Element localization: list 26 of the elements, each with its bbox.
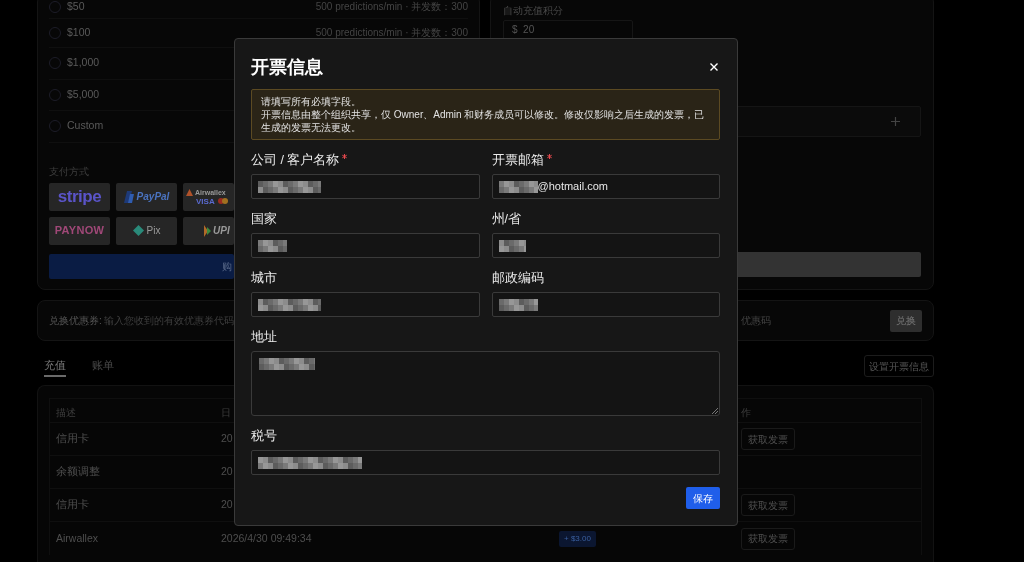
dialog-title: 开票信息 (251, 56, 323, 79)
field-label: 地址 (251, 330, 277, 344)
coupon-label: 兑换优惠券: (49, 314, 102, 328)
table-cell: 20 (221, 497, 233, 513)
table-cell-text: Airwallex (56, 530, 98, 546)
table-cell: 余额调整 (56, 464, 100, 480)
field-label: 州/省 (491, 212, 521, 226)
table-cell: 信用卡 (56, 497, 89, 513)
field-label: 公司 / 客户名称 (251, 153, 340, 167)
plan-option-label: $1,000 (67, 55, 100, 71)
table-cell: 20 (221, 431, 233, 447)
plan-option-label: $50 (67, 0, 85, 14)
field-label: 邮政编码 (491, 271, 544, 285)
table-cell: 信用卡 (56, 431, 89, 447)
plan-option-label: Custom (67, 118, 104, 134)
table-cell-text: 2026/4/30 09:49:34 (221, 530, 312, 546)
notice-text: 开票信息由整个组织共享，仅 Owner、Admin 和财务成员可以修改。修改仅影响之后生成的发票，已生成的发票无法更改。 (261, 108, 706, 134)
plan-option-label: $100 (67, 25, 91, 41)
plan-option-label: $5,000 (67, 86, 100, 102)
amount-badge: + $3.00 (559, 530, 596, 547)
table-cell: 20 (221, 464, 233, 480)
field-label: 开票邮箱 (491, 153, 544, 167)
notice-text: 请填写所有必填字段。 (261, 95, 362, 108)
field-label: 国家 (251, 212, 277, 226)
field-label: 税号 (251, 429, 277, 443)
field-label: 城市 (251, 271, 277, 285)
